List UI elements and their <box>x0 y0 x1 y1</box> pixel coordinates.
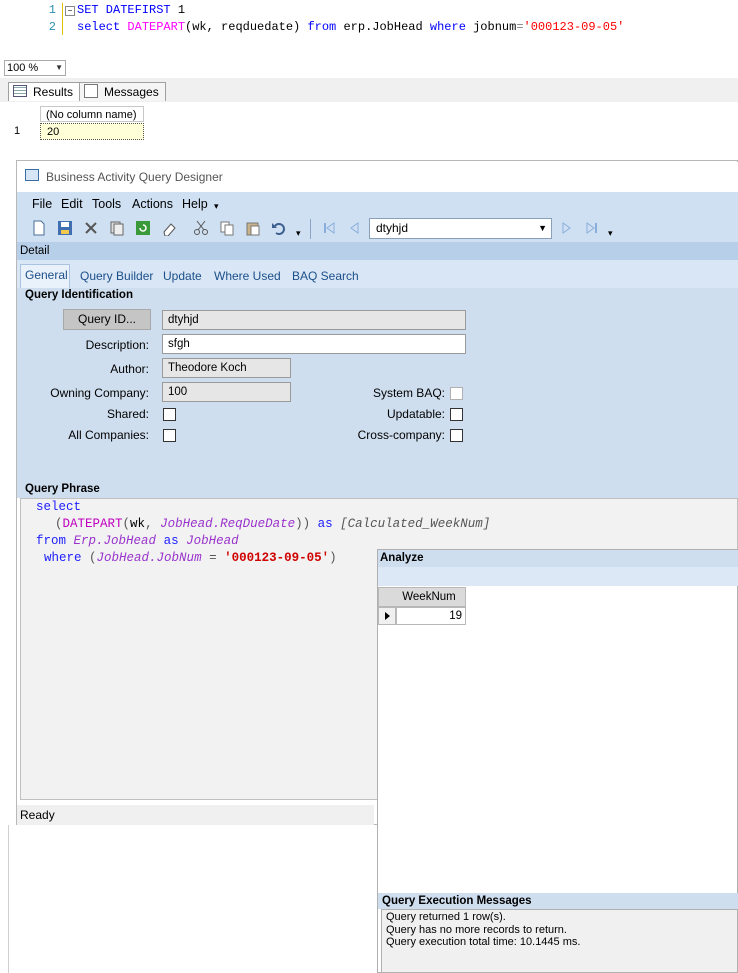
toolbar-separator <box>310 219 311 239</box>
copy-icon[interactable] <box>108 219 126 237</box>
query-phrase-header <box>17 482 738 498</box>
description-label: Description: <box>85 338 149 352</box>
grid-column-header[interactable]: (No column name) <box>40 106 144 122</box>
collapse-icon[interactable]: − <box>65 6 75 16</box>
line-number: 1 <box>48 3 56 17</box>
message-line: Query returned 1 row(s). <box>386 911 506 923</box>
menu-tools[interactable]: Tools <box>92 197 121 211</box>
tab-where-used[interactable]: Where Used <box>214 269 281 283</box>
author-label: Author: <box>110 362 149 376</box>
eraser-icon[interactable] <box>160 219 178 237</box>
all-companies-label: All Companies: <box>68 428 149 442</box>
zoom-select[interactable]: 100 % ▼ <box>4 60 66 76</box>
chevron-down-icon: ▼ <box>55 63 63 72</box>
tab-update[interactable]: Update <box>163 269 202 283</box>
system-baq-label: System BAQ: <box>372 386 445 400</box>
grid-row-number: 1 <box>14 125 21 137</box>
row-pointer-icon <box>385 612 390 620</box>
shared-checkbox[interactable] <box>163 408 176 421</box>
messages-icon <box>84 84 98 98</box>
divider <box>8 825 9 973</box>
status-bar: Ready <box>17 805 374 825</box>
menu-edit[interactable]: Edit <box>61 197 83 211</box>
sql-line-2[interactable]: select DATEPART(wk, reqduedate) from erp… <box>77 20 624 34</box>
analyze-toolbar <box>378 567 738 586</box>
sql-literal: 1 <box>177 3 186 17</box>
sql-line-1[interactable]: SET DATEFIRST 1 <box>77 3 185 17</box>
description-field[interactable]: sfgh <box>162 334 466 354</box>
query-id-button[interactable]: Query ID... <box>63 309 151 330</box>
delete-icon[interactable] <box>82 219 100 237</box>
previous-record-icon[interactable] <box>345 219 363 237</box>
grid-cell[interactable]: 20 <box>40 123 144 140</box>
section-heading: Query Identification <box>25 289 133 301</box>
chevron-down-icon: ▼ <box>538 223 547 233</box>
message-line: Query execution total time: 10.1445 ms. <box>386 936 581 948</box>
menu-overflow-icon[interactable]: ▾ <box>214 201 219 212</box>
undo-icon[interactable] <box>270 219 288 237</box>
execution-messages: Query returned 1 row(s). Query has no mo… <box>381 909 738 973</box>
author-field[interactable]: Theodore Koch <box>162 358 291 378</box>
system-baq-checkbox <box>450 387 463 400</box>
toolbar-overflow-icon[interactable]: ▾ <box>296 228 301 239</box>
tab-general[interactable]: General <box>20 264 70 288</box>
query-select: select <box>36 500 82 514</box>
copy-doc-icon[interactable] <box>218 219 236 237</box>
row-selector[interactable] <box>378 607 396 625</box>
updatable-checkbox[interactable] <box>450 408 463 421</box>
cross-company-checkbox[interactable] <box>450 429 463 442</box>
owning-company-field[interactable]: 100 <box>162 382 291 402</box>
first-record-icon[interactable] <box>320 219 338 237</box>
refresh-icon[interactable] <box>134 219 152 237</box>
window-title: Business Activity Query Designer <box>46 170 223 184</box>
menu-help[interactable]: Help <box>182 197 208 211</box>
next-record-icon[interactable] <box>558 219 576 237</box>
message-line: Query has no more records to return. <box>386 923 567 936</box>
line-number: 2 <box>48 20 56 34</box>
section-heading: Query Phrase <box>25 483 100 495</box>
new-icon[interactable] <box>30 219 48 237</box>
last-record-icon[interactable] <box>583 219 601 237</box>
cut-icon[interactable] <box>192 219 210 237</box>
all-companies-checkbox[interactable] <box>163 429 176 442</box>
owning-company-label: Owning Company: <box>50 386 149 400</box>
save-icon[interactable] <box>56 219 74 237</box>
query-line-from: from Erp.JobHead as JobHead <box>36 534 239 548</box>
paste-icon[interactable] <box>244 219 262 237</box>
tab-baq-search[interactable]: BAQ Search <box>292 269 359 283</box>
query-line-calc: (DATEPART(wk, JobHead.ReqDueDate)) as [C… <box>55 517 491 531</box>
change-margin <box>62 3 63 35</box>
analyze-header: Analyze <box>378 550 738 567</box>
shared-label: Shared: <box>106 407 149 421</box>
grid-column-header[interactable]: WeekNum <box>378 587 466 607</box>
toolbar-overflow-icon[interactable]: ▾ <box>608 228 613 239</box>
app-icon <box>25 169 39 181</box>
detail-header: Detail <box>17 242 738 260</box>
query-line-where: where (JobHead.JobNum = '000123-09-05') <box>44 551 337 565</box>
grid-icon <box>13 85 27 97</box>
tab-query-builder[interactable]: Query Builder <box>80 269 153 283</box>
tab-results[interactable]: Results <box>8 82 81 101</box>
query-id-field[interactable]: dtyhjd <box>162 310 466 330</box>
record-selector[interactable]: dtyhjd ▼ <box>369 218 552 239</box>
cross-company-label: Cross-company: <box>357 428 445 442</box>
grid-cell[interactable]: 19 <box>396 607 466 625</box>
execution-messages-header: Query Execution Messages <box>378 893 738 909</box>
tab-messages[interactable]: Messages <box>79 82 166 101</box>
menu-actions[interactable]: Actions <box>132 197 173 211</box>
menu-file[interactable]: File <box>32 197 52 211</box>
sql-keyword: SET DATEFIRST <box>77 3 171 17</box>
updatable-label: Updatable: <box>386 407 445 421</box>
